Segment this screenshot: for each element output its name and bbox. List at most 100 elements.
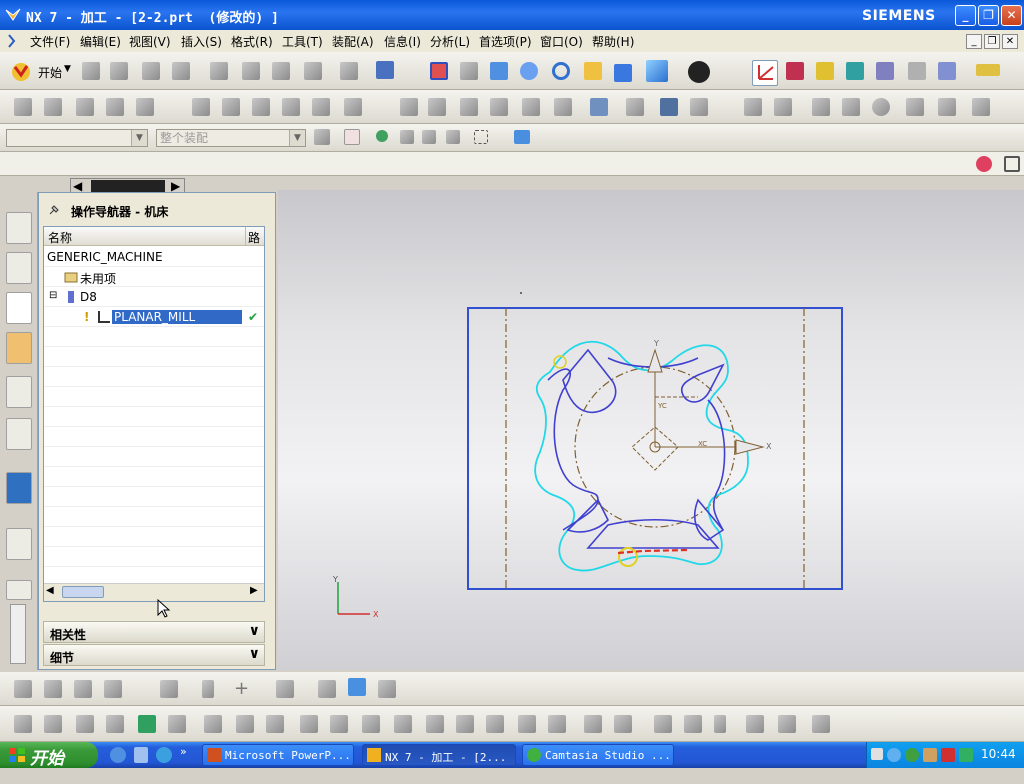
feature-24-icon[interactable] <box>746 715 764 733</box>
feature-1-icon[interactable] <box>14 715 32 733</box>
desktop-icon[interactable] <box>134 747 148 763</box>
feature-4-icon[interactable] <box>106 715 124 733</box>
palette-tab[interactable] <box>6 528 32 560</box>
paste-object-icon[interactable] <box>282 98 300 116</box>
snap-point-icon[interactable] <box>344 129 360 145</box>
shop-doc-icon[interactable] <box>554 98 572 116</box>
expand-icon[interactable]: ∨ <box>249 646 260 662</box>
collapse-icon[interactable]: ⊟ <box>49 290 57 301</box>
new-file-icon[interactable] <box>82 62 100 80</box>
menu-insert[interactable]: 插入(S) <box>181 33 222 50</box>
doc-close-button[interactable]: ✕ <box>1002 34 1018 49</box>
feature-8-icon[interactable] <box>236 715 254 733</box>
green-point-icon[interactable] <box>376 130 388 142</box>
undo-icon[interactable] <box>340 62 358 80</box>
view-tool-5-icon[interactable] <box>160 680 178 698</box>
task-powerpoint[interactable]: Microsoft PowerP... <box>202 744 354 766</box>
scroll-left-icon[interactable]: ◀ <box>73 179 82 193</box>
constraint-navigator-tab[interactable] <box>6 252 32 284</box>
start-dropdown-icon[interactable]: ▼ <box>64 64 71 74</box>
tree-row-planar-mill[interactable]: ! PLANAR_MILL ✔ <box>44 307 264 327</box>
cube-small-icon[interactable] <box>614 64 632 82</box>
edge-icon[interactable] <box>906 98 924 116</box>
rect-select-icon[interactable] <box>474 130 488 144</box>
feature-22-icon[interactable] <box>684 715 702 733</box>
menu-preferences[interactable]: 首选项(P) <box>479 33 532 50</box>
feature-21-icon[interactable] <box>654 715 672 733</box>
graphics-window[interactable]: Y X X Y YC XC <box>278 190 1024 670</box>
feature-13-icon[interactable] <box>394 715 412 733</box>
type-filter-select[interactable]: ▼ <box>6 129 148 147</box>
feature-14-icon[interactable] <box>426 715 444 733</box>
menu-assembly[interactable]: 装配(A) <box>332 33 374 50</box>
menu-help[interactable]: 帮助(H) <box>592 33 634 50</box>
postprocess-icon[interactable] <box>938 62 956 80</box>
fullscreen-icon[interactable] <box>1004 156 1020 172</box>
chart-icon[interactable] <box>660 98 678 116</box>
paste-icon[interactable] <box>272 62 290 80</box>
security-icon[interactable] <box>905 748 919 762</box>
dependencies-section[interactable]: 相关性 ∨ <box>43 621 265 643</box>
display-object-icon[interactable] <box>344 98 362 116</box>
task-nx[interactable]: NX 7 - 加工 - [2... <box>362 744 516 766</box>
fit-icon[interactable] <box>430 62 448 80</box>
more-icon[interactable]: » <box>180 745 187 758</box>
scroll-right-icon[interactable]: ▶ <box>250 585 258 596</box>
media-icon[interactable] <box>156 747 172 763</box>
view-tool-2-icon[interactable] <box>44 680 62 698</box>
feed-icon[interactable] <box>690 98 708 116</box>
column-path-header[interactable]: 路 <box>246 227 264 246</box>
maximize-button[interactable]: ❐ <box>978 5 999 26</box>
start-menu-button[interactable]: 开始 <box>0 742 98 769</box>
replay-icon[interactable] <box>876 62 894 80</box>
feature-19-icon[interactable] <box>584 715 602 733</box>
copy-icon[interactable] <box>242 62 260 80</box>
feature-16-icon[interactable] <box>486 715 504 733</box>
scroll-right-icon[interactable]: ▶ <box>171 179 180 193</box>
feature-10-icon[interactable] <box>300 715 318 733</box>
feature-15-icon[interactable] <box>456 715 474 733</box>
scroll-left-icon[interactable]: ◀ <box>46 585 54 596</box>
feature-20-icon[interactable] <box>614 715 632 733</box>
plus-icon[interactable]: + <box>234 678 249 699</box>
feature-5-icon[interactable] <box>138 715 156 733</box>
cut-object-icon[interactable] <box>222 98 240 116</box>
tree-scroll-thumb[interactable] <box>62 586 104 598</box>
menu-analysis[interactable]: 分析(L) <box>430 33 470 50</box>
filter-icon[interactable] <box>314 129 330 145</box>
view-tool-3-icon[interactable] <box>74 680 92 698</box>
feature-7-icon[interactable] <box>204 715 222 733</box>
tree-row-unused[interactable]: 未用项 <box>44 267 264 287</box>
link-icon[interactable] <box>202 680 214 698</box>
csys-icon[interactable] <box>752 60 778 86</box>
feature-17-icon[interactable] <box>518 715 536 733</box>
menu-info[interactable]: 信息(I) <box>384 33 421 50</box>
open-file-icon[interactable] <box>110 62 128 80</box>
menu-edit[interactable]: 编辑(E) <box>80 33 121 50</box>
measure-icon[interactable] <box>976 64 1000 76</box>
task-camtasia[interactable]: Camtasia Studio ... <box>522 744 674 766</box>
roles-tab[interactable] <box>6 580 32 600</box>
doc-restore-button[interactable]: ❐ <box>984 34 1000 49</box>
curves-icon[interactable] <box>446 130 460 144</box>
point-icon[interactable] <box>842 98 860 116</box>
print-icon[interactable] <box>172 62 190 80</box>
simulate-icon[interactable] <box>522 98 540 116</box>
resource-scroll[interactable] <box>10 604 26 664</box>
minimize-button[interactable]: _ <box>955 5 976 26</box>
face-icon[interactable] <box>938 98 956 116</box>
create-geometry-icon[interactable] <box>76 98 94 116</box>
create-method-icon[interactable] <box>106 98 124 116</box>
copy-object-icon[interactable] <box>252 98 270 116</box>
view-tool-4-icon[interactable] <box>104 680 122 698</box>
delete-object-icon[interactable] <box>312 98 330 116</box>
assembly-navigator-tab[interactable] <box>6 212 32 244</box>
generate-path-icon[interactable] <box>400 98 418 116</box>
ball-icon[interactable] <box>976 156 992 172</box>
zoom-window-icon[interactable] <box>460 62 478 80</box>
network-icon[interactable] <box>887 748 901 762</box>
details-section[interactable]: 细节 ∨ <box>43 644 265 666</box>
select-cube-icon[interactable] <box>514 130 530 144</box>
block-icon[interactable] <box>378 680 396 698</box>
shading-icon[interactable] <box>688 61 710 83</box>
